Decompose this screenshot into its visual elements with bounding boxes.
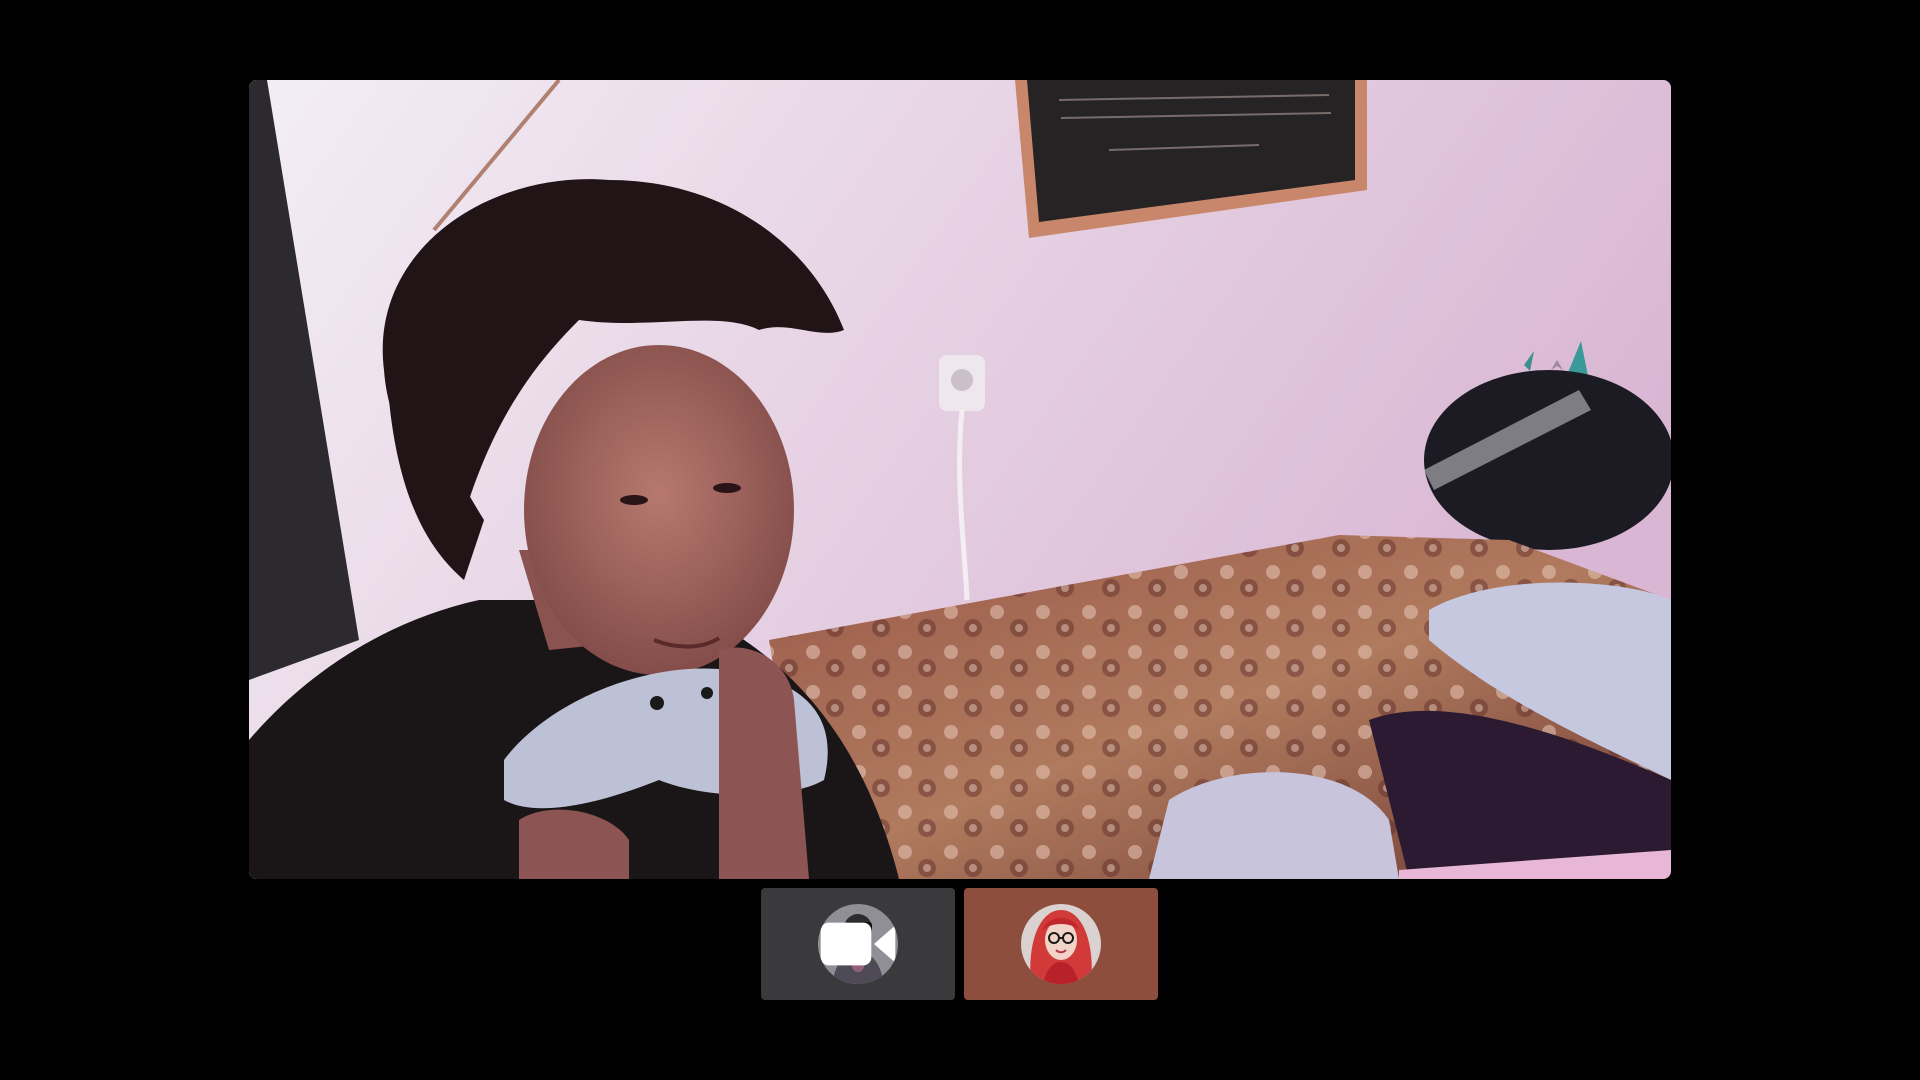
participant-avatar [818,904,898,984]
avatar-image [1021,904,1101,984]
video-call-window [0,0,1920,1080]
main-video-feed[interactable] [249,80,1671,879]
participant-strip [761,888,1158,1000]
video-camera-icon [820,922,896,966]
participant-avatar [1021,904,1101,984]
participant-tile-active[interactable] [964,888,1158,1000]
video-frame-image [249,80,1671,879]
participant-tile-self[interactable] [761,888,955,1000]
